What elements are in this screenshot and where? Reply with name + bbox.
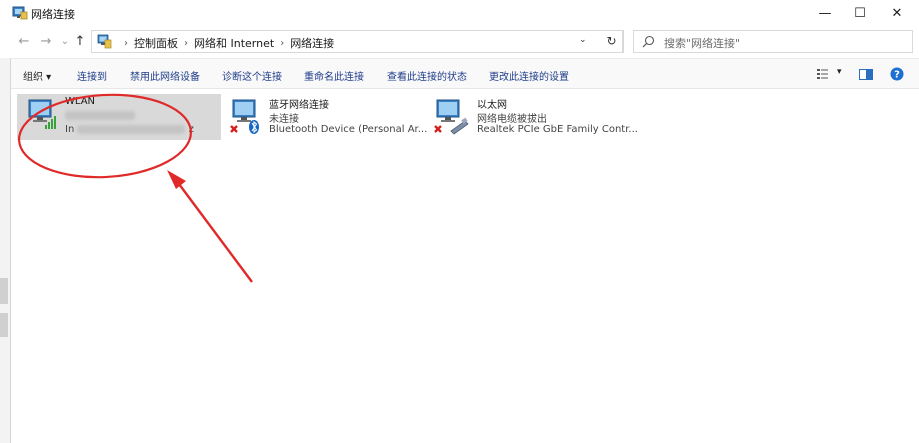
device-suffix: z (188, 124, 194, 135)
minimize-button[interactable]: — (806, 0, 844, 27)
preview-pane-icon (859, 68, 873, 80)
control-panel-icon (97, 34, 112, 49)
background-window-edge (0, 58, 11, 443)
maximize-button[interactable]: ☐ (841, 0, 879, 27)
address-dropdown-icon[interactable]: ⌄ (579, 35, 587, 45)
maximize-icon: ☐ (854, 6, 866, 21)
command-bar: 组织 ▾ 连接到 禁用此网络设备 诊断这个连接 重命名此连接 查看此连接的状态 … (11, 58, 919, 89)
network-folder-icon (12, 6, 28, 20)
connection-item-wlan[interactable]: WLAN In z (17, 94, 221, 140)
breadcrumb-network-internet[interactable]: 网络和 Internet (194, 35, 274, 51)
navigation-bar: ← → ⌄ ↑ › 控制面板 › 网络和 Internet › 网络连接 ⌄ 搜… (0, 27, 919, 57)
change-view-button[interactable] (816, 65, 830, 83)
bluetooth-adapter-icon (230, 99, 259, 134)
connection-status: 网络电缆被拔出 (477, 114, 547, 125)
view-menu-chevron-icon[interactable]: ▾ (837, 67, 842, 77)
view-details-icon (817, 69, 828, 79)
background-block (0, 278, 8, 304)
refresh-icon: ↻ (606, 34, 617, 48)
help-icon: ? (890, 67, 904, 81)
up-arrow-icon[interactable]: ↑ (72, 33, 88, 51)
close-icon: ✕ (891, 6, 903, 21)
search-placeholder: 搜索"网络连接" (664, 37, 741, 50)
connection-item-ethernet[interactable]: 以太网 网络电缆被拔出 Realtek PCIe GbE Family Cont… (429, 94, 639, 140)
breadcrumb-control-panel[interactable]: 控制面板 (134, 35, 178, 51)
ethernet-adapter-icon (434, 99, 469, 135)
connection-status: 未连接 (269, 114, 299, 125)
preview-pane-button[interactable] (858, 65, 874, 83)
view-status-button[interactable]: 查看此连接的状态 (387, 68, 467, 83)
help-button[interactable]: ? (889, 65, 905, 83)
background-block (0, 313, 8, 337)
refresh-button[interactable]: ↻ (601, 30, 623, 53)
connect-to-button[interactable]: 连接到 (77, 68, 107, 83)
network-connections-window: 网络连接 — ☐ ✕ ← → ⌄ ↑ › 控制面板 › 网络和 Internet… (0, 0, 919, 443)
device-prefix: In (65, 124, 75, 135)
connections-list: WLAN In z 蓝牙网络连接 未连接 Bluetooth Device (P… (11, 89, 919, 443)
breadcrumb-separator-icon: › (184, 37, 188, 49)
breadcrumb-separator-icon: › (280, 37, 285, 49)
connection-device-redacted: In z (65, 124, 194, 135)
close-button[interactable]: ✕ (878, 0, 916, 27)
svg-text:?: ? (894, 70, 900, 81)
change-settings-button[interactable]: 更改此连接的设置 (489, 68, 569, 83)
window-title: 网络连接 (31, 8, 75, 21)
back-arrow-icon[interactable]: ← (16, 33, 32, 51)
breadcrumb-separator-icon: › (124, 37, 128, 49)
wifi-adapter-icon (28, 99, 56, 129)
rename-button[interactable]: 重命名此连接 (304, 68, 364, 83)
connection-name: 蓝牙网络连接 (269, 100, 329, 111)
diagnose-button[interactable]: 诊断这个连接 (222, 68, 282, 83)
connection-device: Bluetooth Device (Personal Ar... (269, 124, 428, 135)
title-bar: 网络连接 — ☐ ✕ (0, 0, 919, 27)
connection-item-bluetooth[interactable]: 蓝牙网络连接 未连接 Bluetooth Device (Personal Ar… (225, 94, 428, 140)
forward-arrow-icon[interactable]: → (38, 33, 54, 51)
search-box[interactable]: 搜索"网络连接" (633, 30, 913, 53)
address-bar[interactable]: › 控制面板 › 网络和 Internet › 网络连接 ⌄ (91, 30, 624, 53)
minimize-icon: — (818, 6, 832, 21)
recent-locations-chevron-icon[interactable]: ⌄ (57, 33, 73, 51)
disable-device-button[interactable]: 禁用此网络设备 (130, 68, 200, 83)
breadcrumb: › 控制面板 › 网络和 Internet › 网络连接 (118, 35, 334, 51)
connection-device: Realtek PCIe GbE Family Contr... (477, 124, 638, 135)
connection-status-redacted (65, 110, 135, 121)
search-icon (642, 35, 655, 48)
connection-name: WLAN (65, 96, 96, 107)
organize-menu[interactable]: 组织 ▾ (23, 68, 51, 83)
breadcrumb-network-connections[interactable]: 网络连接 (290, 35, 334, 51)
connection-name: 以太网 (477, 100, 507, 111)
